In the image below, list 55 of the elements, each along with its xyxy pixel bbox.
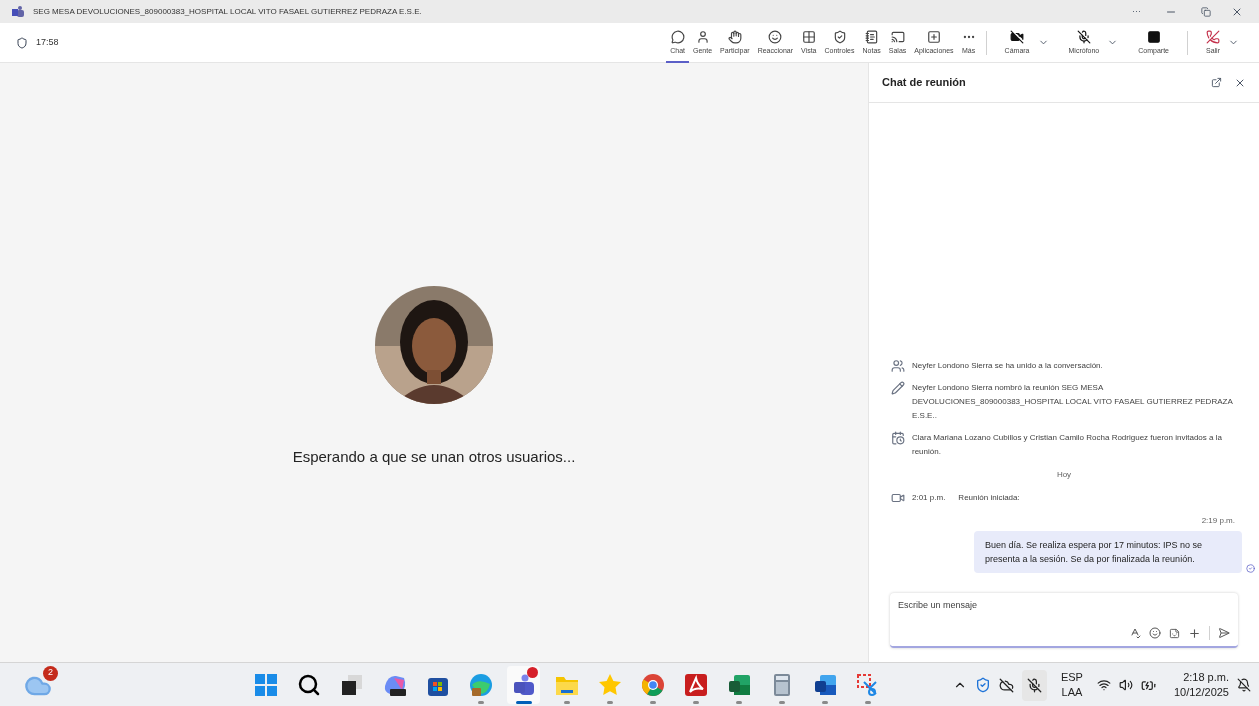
edge-icon <box>467 671 494 698</box>
app-icon <box>12 6 25 17</box>
plus-square-icon <box>926 29 941 44</box>
bell-off-icon[interactable] <box>1237 678 1251 692</box>
format-icon[interactable] <box>1129 627 1141 639</box>
language-indicator[interactable]: ESP LAA <box>1054 670 1089 700</box>
event-time: 2:01 p.m. <box>912 492 946 504</box>
event-message: Clara Mariana Lozano Cubillos y Cristian Camilo Rocha Rodriguez fueron invitados a la reunión. <box>912 432 1223 458</box>
search-icon <box>296 672 321 697</box>
send-icon[interactable] <box>1218 627 1230 639</box>
window-title: SEG MESA DEVOLUCIONES_809000383_HOSPITAL LOCAL VITO FASAEL GUTIERREZ PEDRAZA E.S.E. <box>33 5 422 18</box>
pdf-icon <box>682 671 709 698</box>
cloud-off-icon[interactable] <box>998 677 1014 693</box>
event-message: Neyfer Londono Sierra nombró la reunión SEG MESA DEVOLUCIONES_809000383_HOSPITAL LOCAL VITO FASAEL GUTIERREZ PEDRAZA E.S.E.. <box>912 382 1234 422</box>
person-icon <box>695 29 710 44</box>
chat-icon <box>670 29 685 44</box>
smiley-icon <box>768 29 783 44</box>
mic-off-icon <box>1076 29 1091 44</box>
windows-icon <box>252 671 279 698</box>
mic-off-icon[interactable] <box>1026 677 1042 693</box>
calendar-icon <box>891 431 905 445</box>
pencil-icon <box>891 381 905 395</box>
event-message: Reunión iniciada: <box>958 492 1020 504</box>
video-icon <box>891 491 905 505</box>
grid-icon <box>801 29 816 44</box>
meeting-timer: 17:58 <box>36 35 59 49</box>
chat-panel-title: Chat de reunión <box>882 75 966 91</box>
sticker-icon[interactable] <box>1169 627 1180 639</box>
security-icon[interactable] <box>974 677 991 693</box>
shield-icon <box>16 36 28 49</box>
plus-icon[interactable] <box>1188 626 1201 640</box>
clock[interactable]: 2:18 p.m. 10/12/2025 <box>1173 670 1229 700</box>
shield-icon <box>832 29 847 44</box>
camera-off-icon <box>1010 29 1025 44</box>
wifi-icon[interactable] <box>1096 678 1111 692</box>
hand-icon <box>727 29 742 44</box>
person-add-icon <box>891 359 905 373</box>
speaker-icon[interactable] <box>1118 678 1133 692</box>
date-separator: Hoy <box>1056 469 1072 481</box>
emoji-icon[interactable] <box>1149 627 1161 639</box>
waiting-message: Esperando a que se unan otros usuarios... <box>292 447 576 468</box>
notification-badge: 2 <box>43 665 58 681</box>
restore-icon[interactable] <box>1201 6 1211 17</box>
sent-check-icon <box>1246 564 1255 573</box>
message-time: 2:19 p.m. <box>1201 515 1235 527</box>
more-button[interactable]: ··· <box>1124 4 1149 19</box>
hang-up-icon <box>1206 29 1220 44</box>
message-bubble: Buen día. Se realiza espera por 17 minutos: IPS no se presenta a la sesión. Se da por finalizada la reunión. <box>974 531 1242 573</box>
chrome-icon <box>639 671 666 698</box>
cast-icon <box>890 29 905 44</box>
taskbar-app[interactable] <box>507 665 540 704</box>
notes-icon <box>864 29 879 44</box>
event-message: Neyfer Londono Sierra se ha unido a la conversación. <box>912 360 1103 372</box>
message-input[interactable]: Escribe un mensaje <box>898 599 1230 613</box>
pop-out-icon[interactable] <box>1211 77 1222 88</box>
